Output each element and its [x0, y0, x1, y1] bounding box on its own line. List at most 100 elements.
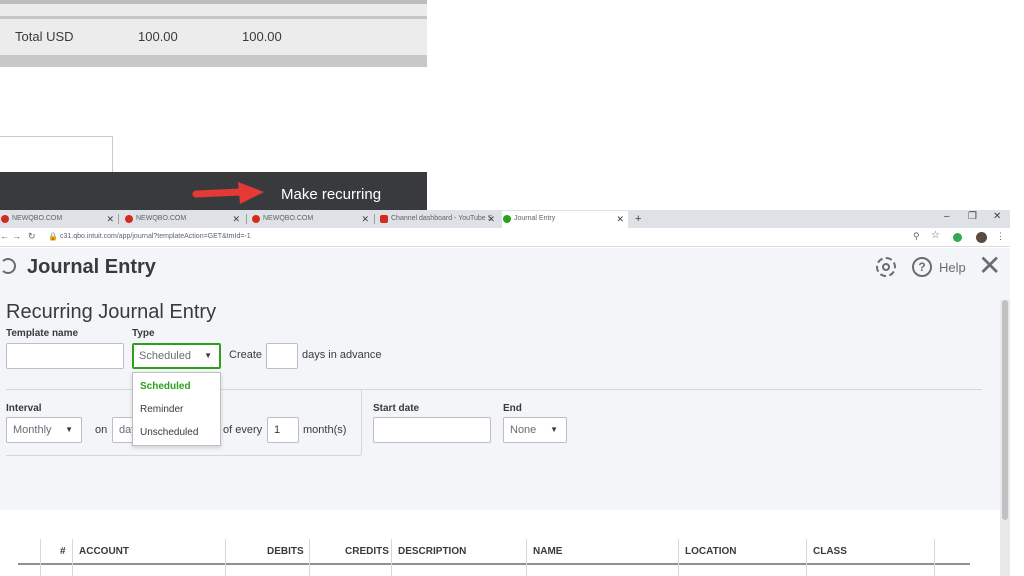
tab-title: Journal Entry [514, 215, 556, 222]
column-header-debits: DEBITS [267, 546, 304, 557]
lock-icon: 🔒 [48, 232, 58, 241]
url-field[interactable]: c31.qbo.intuit.com/app/journal?templateA… [60, 233, 251, 240]
page-title: Journal Entry [27, 256, 156, 278]
memo-field[interactable] [0, 136, 113, 174]
tab-title: Channel dashboard - YouTube S [391, 215, 493, 222]
column-header-description: DESCRIPTION [398, 546, 467, 557]
browser-tab[interactable]: NEWQBO.COM ✕ [124, 211, 244, 228]
divider [6, 455, 361, 456]
forward-icon[interactable]: → [12, 231, 21, 241]
column-header-name: NAME [533, 546, 563, 557]
tab-close-icon[interactable]: ✕ [487, 211, 495, 227]
browser-tab[interactable]: NEWQBO.COM ✕ [0, 211, 118, 228]
scrollbar-thumb[interactable] [1002, 300, 1008, 520]
chevron-down-icon: ▼ [65, 425, 73, 434]
interval-select-value: Monthly [13, 424, 52, 436]
on-label: on [95, 424, 108, 436]
section-title: Recurring Journal Entry [6, 301, 217, 323]
window-close-icon[interactable]: ✕ [993, 211, 1001, 222]
restore-icon[interactable]: ❐ [968, 211, 977, 222]
column-divider [309, 539, 310, 576]
tab-close-icon[interactable]: ✕ [361, 211, 369, 227]
type-select-value: Scheduled [139, 350, 191, 362]
interval-select[interactable]: Monthly ▼ [6, 417, 82, 443]
type-option-unscheduled[interactable]: Unscheduled [140, 427, 198, 438]
template-name-label: Template name [6, 328, 79, 339]
zoom-icon[interactable]: ⚲ [913, 231, 920, 242]
minimize-icon[interactable]: – [944, 211, 950, 222]
chevron-down-icon: ▼ [204, 351, 212, 360]
tab-separator [246, 214, 247, 224]
browser-tab[interactable]: NEWQBO.COM ✕ [251, 211, 373, 228]
of-every-input[interactable]: 1 [267, 417, 299, 443]
tab-title: NEWQBO.COM [136, 215, 187, 222]
extension-icon[interactable] [953, 233, 962, 242]
tab-close-icon[interactable]: ✕ [616, 211, 624, 227]
tab-separator [374, 214, 375, 224]
tab-close-icon[interactable]: ✕ [106, 211, 114, 227]
end-select-value: None [510, 424, 537, 436]
qbo-favicon-icon [1, 215, 9, 223]
column-header-credits: CREDITS [345, 546, 389, 557]
column-divider [391, 539, 392, 576]
qbo-favicon-icon [252, 215, 260, 223]
new-tab-button[interactable]: + [632, 211, 648, 228]
type-label: Type [132, 328, 155, 339]
red-arrow-icon [192, 182, 264, 204]
tab-close-icon[interactable]: ✕ [232, 211, 240, 227]
days-in-advance-label: days in advance [302, 349, 382, 361]
background-table-border [0, 0, 427, 4]
column-header-class: CLASS [813, 546, 847, 557]
total-label: Total USD [15, 29, 74, 44]
qbo-favicon-icon [125, 215, 133, 223]
browser-menu-icon[interactable]: ⋮ [996, 231, 1005, 242]
column-divider [72, 539, 73, 576]
tab-title: NEWQBO.COM [12, 215, 63, 222]
column-header-location: LOCATION [685, 546, 737, 557]
recent-history-icon[interactable] [0, 258, 16, 274]
end-label: End [503, 403, 522, 414]
browser-tab-active[interactable]: Journal Entry ✕ [502, 211, 628, 228]
background-table-bottom [0, 55, 427, 67]
total-row: Total USD 100.00 100.00 [0, 19, 427, 55]
quickbooks-favicon-icon [503, 215, 511, 223]
type-dropdown-menu: Scheduled Reminder Unscheduled [132, 372, 221, 446]
column-divider [526, 539, 527, 576]
browser-tab[interactable]: Channel dashboard - YouTube S ✕ [379, 211, 499, 228]
help-label[interactable]: Help [939, 260, 966, 275]
end-select[interactable]: None ▼ [503, 417, 567, 443]
make-recurring-button[interactable]: Make recurring [281, 186, 381, 203]
column-divider [40, 539, 41, 576]
youtube-favicon-icon [380, 215, 388, 223]
create-days-input[interactable] [266, 343, 298, 369]
template-name-input[interactable] [6, 343, 124, 369]
reload-icon[interactable]: ↻ [28, 231, 36, 242]
type-select[interactable]: Scheduled ▼ [132, 343, 221, 369]
profile-avatar[interactable] [976, 232, 987, 243]
of-every-label: of every [223, 424, 263, 436]
start-date-input[interactable] [373, 417, 491, 443]
help-icon[interactable]: ? [912, 257, 932, 277]
total-debits: 100.00 [138, 29, 178, 44]
column-header-number: # [60, 546, 66, 557]
bookmark-star-icon[interactable]: ☆ [931, 230, 940, 241]
interval-label: Interval [6, 403, 42, 414]
total-credits: 100.00 [242, 29, 282, 44]
column-divider [225, 539, 226, 576]
months-label: month(s) [303, 424, 347, 436]
back-icon[interactable]: ← [0, 231, 9, 241]
divider-vertical [361, 389, 362, 455]
start-date-label: Start date [373, 403, 420, 414]
tab-separator [118, 214, 119, 224]
gear-icon[interactable] [876, 257, 896, 277]
close-icon[interactable]: ✕ [978, 251, 1001, 281]
type-option-reminder[interactable]: Reminder [140, 404, 183, 415]
column-divider [934, 539, 935, 576]
create-label: Create [229, 349, 263, 361]
tab-title: NEWQBO.COM [263, 215, 314, 222]
column-divider [806, 539, 807, 576]
column-header-account: ACCOUNT [79, 546, 129, 557]
column-divider [678, 539, 679, 576]
type-option-scheduled[interactable]: Scheduled [140, 381, 191, 392]
chevron-down-icon: ▼ [550, 425, 558, 434]
